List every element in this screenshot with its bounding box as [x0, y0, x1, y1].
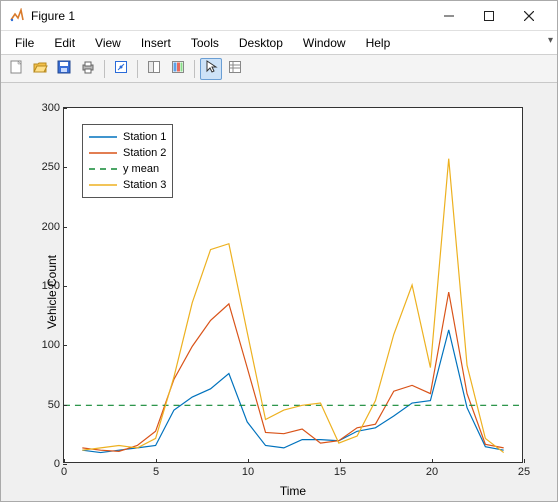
close-button[interactable] [509, 2, 549, 30]
arrow-icon [203, 59, 219, 78]
inspector-icon [227, 59, 243, 78]
menubar-overflow-icon[interactable]: ▾ [548, 35, 553, 46]
toolbar-separator [137, 60, 138, 78]
menu-edit[interactable]: Edit [44, 33, 85, 53]
series-station-3 [82, 159, 503, 453]
edit-plot-button[interactable] [200, 58, 222, 80]
menu-insert[interactable]: Insert [131, 33, 181, 53]
menu-view[interactable]: View [85, 33, 131, 53]
xtick-mark [64, 459, 65, 463]
menu-file[interactable]: File [5, 33, 44, 53]
ytick-label: 200 [30, 221, 60, 233]
menubar: FileEditViewInsertToolsDesktopWindowHelp… [1, 31, 557, 55]
new-icon [8, 59, 24, 78]
legend-entry[interactable]: Station 3 [89, 177, 166, 193]
ytick-mark [63, 464, 67, 465]
menu-tools[interactable]: Tools [181, 33, 229, 53]
legend-entry[interactable]: Station 1 [89, 129, 166, 145]
matlab-icon [9, 8, 25, 24]
titlebar: Figure 1 [1, 1, 557, 31]
ytick-mark [63, 286, 67, 287]
ytick-label: 0 [30, 458, 60, 470]
minimize-button[interactable] [429, 2, 469, 30]
window-title: Figure 1 [31, 9, 429, 23]
y-axis-label: Vehicle Count [45, 255, 59, 329]
xtick-mark [156, 459, 157, 463]
xtick-label: 0 [61, 466, 67, 478]
save-icon [56, 59, 72, 78]
xtick-label: 5 [153, 466, 159, 478]
save-button[interactable] [53, 58, 75, 80]
legend-swatch [89, 147, 117, 159]
xtick-label: 20 [426, 466, 438, 478]
xtick-mark [248, 459, 249, 463]
ytick-label: 250 [30, 161, 60, 173]
legend[interactable]: Station 1 Station 2 y mean Station 3 [82, 124, 173, 198]
xtick-mark [432, 459, 433, 463]
legend-swatch [89, 131, 117, 143]
ytick-mark [63, 167, 67, 168]
xtick-label: 10 [242, 466, 254, 478]
legend-label: Station 2 [123, 147, 166, 159]
legend-label: Station 1 [123, 131, 166, 143]
xtick-mark [524, 459, 525, 463]
link-plot-button[interactable] [143, 58, 165, 80]
maximize-button[interactable] [469, 2, 509, 30]
window-controls [429, 2, 549, 30]
legend-entry[interactable]: y mean [89, 161, 166, 177]
new-figure-button[interactable] [5, 58, 27, 80]
series-station-2 [82, 292, 503, 451]
legend-entry[interactable]: Station 2 [89, 145, 166, 161]
ytick-label: 300 [30, 102, 60, 114]
toolbar-separator [194, 60, 195, 78]
colorbar-icon [170, 59, 186, 78]
ytick-label: 50 [30, 399, 60, 411]
x-axis-label: Time [280, 484, 306, 498]
open-icon [32, 59, 48, 78]
ytick-label: 100 [30, 339, 60, 351]
menu-desktop[interactable]: Desktop [229, 33, 293, 53]
open-property-inspector-button[interactable] [224, 58, 246, 80]
menu-help[interactable]: Help [356, 33, 401, 53]
figure-canvas: Station 1 Station 2 y mean Station 3 Time 0… [1, 83, 557, 501]
print-button[interactable] [77, 58, 99, 80]
open-button[interactable] [29, 58, 51, 80]
ytick-mark [63, 227, 67, 228]
menu-window[interactable]: Window [293, 33, 356, 53]
legend-swatch [89, 179, 117, 191]
series-station-1 [82, 330, 503, 453]
datacursor-icon [113, 59, 129, 78]
print-icon [80, 59, 96, 78]
ytick-mark [63, 345, 67, 346]
ytick-mark [63, 108, 67, 109]
insert-colorbar-button[interactable] [167, 58, 189, 80]
axes[interactable]: Station 1Station 2y meanStation 3 Time 0… [63, 107, 523, 463]
xtick-label: 15 [334, 466, 346, 478]
xtick-mark [340, 459, 341, 463]
ytick-mark [63, 405, 67, 406]
xtick-label: 25 [518, 466, 530, 478]
legend-label: y mean [123, 163, 159, 175]
data-cursor-button[interactable] [110, 58, 132, 80]
legend-label: Station 3 [123, 179, 166, 191]
toolbar [1, 55, 557, 83]
legend-swatch [89, 163, 117, 175]
toolbar-separator [104, 60, 105, 78]
link-icon [146, 59, 162, 78]
